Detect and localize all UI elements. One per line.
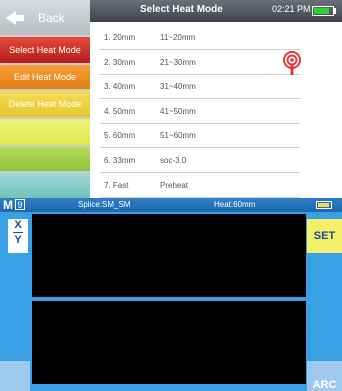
heat-mode-row[interactable]: 4. 50mm 41~50mm <box>100 99 300 124</box>
back-label: Back <box>38 10 65 25</box>
heat-mode-range: 31~40mm <box>160 82 196 92</box>
splice-mode-label: Splice:SM_SM <box>78 200 131 209</box>
splicer-view: M 9 Splice:SM_SM Heat:60mm X Y SET ARC <box>0 198 342 391</box>
sidebar-item-delete-heat-mode[interactable]: Delete Heat Mode <box>0 91 90 117</box>
back-arrow-icon <box>6 10 16 25</box>
heat-mode-range: Preheat <box>160 180 189 190</box>
heat-mode-name: 3. 40mm <box>104 82 136 92</box>
clock: 02:21 PM <box>272 4 311 14</box>
sidebar-item-label: Edit Heat Mode <box>13 72 77 82</box>
xy-view-toggle[interactable]: X Y <box>8 219 28 253</box>
splicer-battery-fill <box>318 203 329 207</box>
xy-top-label: X <box>14 219 22 231</box>
mode-indicator: M <box>3 198 13 212</box>
sidebar-item-empty-1[interactable] <box>0 119 90 145</box>
camera-view-x <box>32 214 306 297</box>
set-button[interactable]: SET <box>307 219 342 253</box>
heat-mode-panel: Back Select Heat Mode Edit Heat Mode Del… <box>0 0 342 198</box>
camera-view-y <box>32 301 306 384</box>
arc-label: ARC <box>312 379 337 391</box>
heat-mode-row[interactable]: 7. Fast Preheat <box>100 173 300 198</box>
set-label: SET <box>313 230 336 242</box>
battery-nub <box>334 8 336 14</box>
heat-mode-name: 6. 33mm <box>104 156 136 165</box>
sidebar-item-label: Delete Heat Mode <box>8 99 82 109</box>
arc-button[interactable]: ARC <box>307 361 342 391</box>
panel-header: Select Heat Mode 02:21 PM <box>90 0 342 22</box>
heat-mode-name: 5. 60mm <box>104 131 136 141</box>
heat-mode-name: 1. 20mm <box>104 33 136 42</box>
heat-mode-range: soc-3.0 <box>160 156 187 165</box>
heat-mode-name: 4. 50mm <box>104 106 136 116</box>
sidebar-item-select-heat-mode[interactable]: Select Heat Mode <box>0 37 90 63</box>
sidebar-item-empty-3[interactable] <box>0 173 90 198</box>
page-title: Select Heat Mode <box>140 4 223 15</box>
back-arrow-tail <box>16 14 24 21</box>
sidebar-item-empty-2[interactable] <box>0 147 90 171</box>
program-number: 9 <box>15 199 25 210</box>
heat-mode-label: Heat:60mm <box>214 200 256 209</box>
xy-bottom-label: Y <box>14 234 22 246</box>
back-button[interactable]: Back <box>0 0 90 35</box>
heat-mode-name: 7. Fast <box>104 180 129 190</box>
heat-mode-row[interactable]: 3. 40mm 31~40mm <box>100 74 300 100</box>
heat-mode-range: 21~30mm <box>160 57 196 67</box>
xy-divider <box>13 232 23 233</box>
heat-mode-name: 2. 30mm <box>104 57 136 67</box>
heater-flame-icon <box>283 51 301 75</box>
battery-fill <box>314 8 330 14</box>
sidebar: Back Select Heat Mode Edit Heat Mode Del… <box>0 0 90 198</box>
heat-mode-range: 41~50mm <box>160 106 196 116</box>
splicer-battery-icon <box>316 201 332 209</box>
heat-mode-row[interactable]: 2. 30mm 21~30mm <box>100 50 300 75</box>
battery-icon <box>312 6 334 16</box>
sidebar-item-label: Select Heat Mode <box>9 45 81 55</box>
heat-mode-row[interactable]: 6. 33mm soc-3.0 <box>100 148 300 173</box>
heat-mode-range: 51~60mm <box>160 131 196 141</box>
heat-mode-row[interactable]: 1. 20mm 11~20mm <box>100 25 300 50</box>
heat-mode-range: 11~20mm <box>160 33 196 42</box>
sidebar-item-edit-heat-mode[interactable]: Edit Heat Mode <box>0 65 90 89</box>
corner-button[interactable] <box>0 361 30 391</box>
splicer-status-bar: M 9 Splice:SM_SM Heat:60mm <box>0 198 342 212</box>
heat-mode-row[interactable]: 5. 60mm 51~60mm <box>100 123 300 149</box>
